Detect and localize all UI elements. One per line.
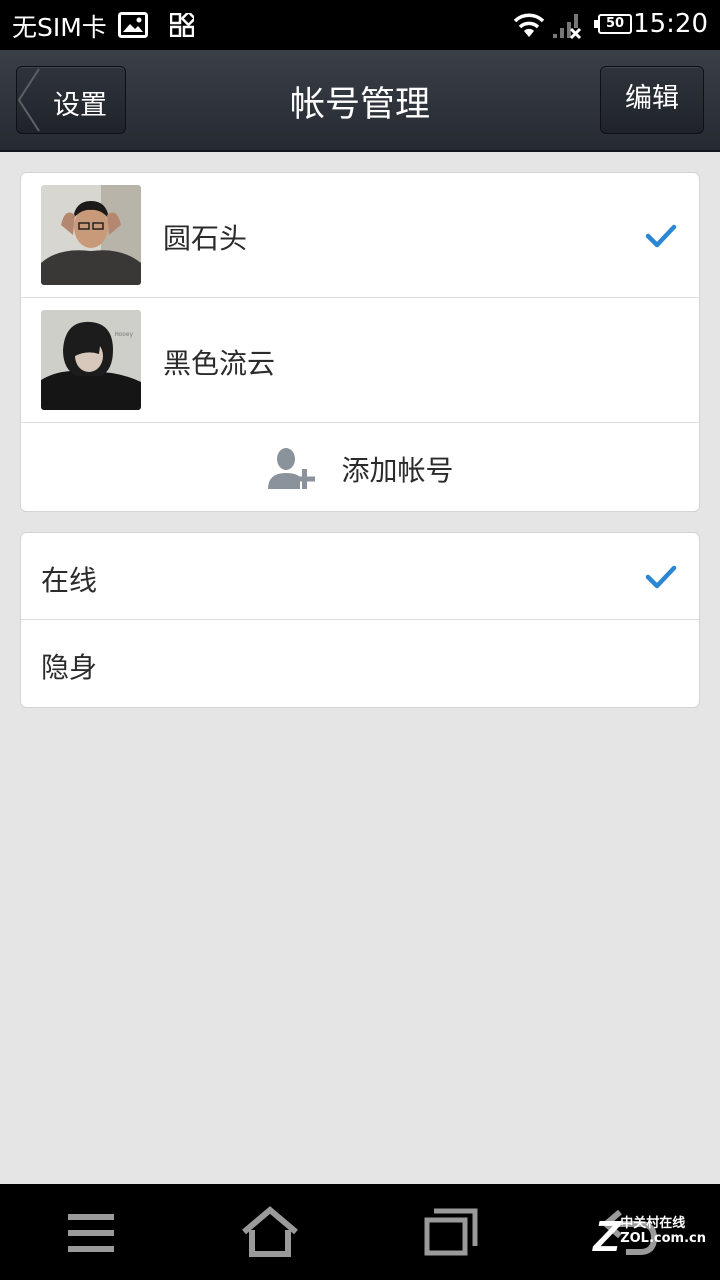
account-item[interactable]: 圆石头 xyxy=(21,173,699,298)
add-account-button[interactable]: 添加帐号 xyxy=(21,423,699,511)
add-user-icon xyxy=(268,448,316,489)
carrier-label: 无SIM卡 xyxy=(12,13,107,42)
watermark: 中关村在线 ZOL.com.cn xyxy=(620,1216,706,1246)
presence-list: 在线 隐身 xyxy=(20,532,700,708)
gallery-notification-icon xyxy=(118,12,148,38)
avatar: Hooey xyxy=(41,310,141,410)
menu-icon[interactable] xyxy=(68,1214,114,1254)
clock: 15:20 xyxy=(633,9,708,39)
recent-apps-icon[interactable] xyxy=(424,1208,478,1256)
back-button-label: 设置 xyxy=(53,90,107,121)
battery-icon: 50 xyxy=(594,14,632,34)
checkmark-icon xyxy=(645,565,677,589)
watermark-line1: 中关村在线 xyxy=(620,1216,686,1231)
status-option-invisible[interactable]: 隐身 xyxy=(21,620,699,707)
page-title: 帐号管理 xyxy=(289,85,430,125)
title-bar: 设置 帐号管理 编辑 xyxy=(0,50,720,152)
watermark-line2: ZOL.com.cn xyxy=(620,1231,706,1246)
account-name: 圆石头 xyxy=(163,222,248,255)
checkmark-icon xyxy=(645,224,677,248)
home-icon[interactable] xyxy=(240,1206,300,1258)
avatar xyxy=(41,185,141,285)
accounts-list: 圆石头 Hooey 黑色流云 添加帐号 xyxy=(20,172,700,512)
account-name: 黑色流云 xyxy=(163,347,276,380)
status-bar: 无SIM卡 50 15:20 xyxy=(0,0,720,50)
wifi-icon xyxy=(513,13,545,37)
signal-no-sim-icon xyxy=(553,14,582,40)
status-label: 隐身 xyxy=(41,651,98,684)
apps-notification-icon xyxy=(170,13,194,37)
edit-button[interactable]: 编辑 xyxy=(600,66,704,134)
add-account-content: 添加帐号 xyxy=(21,447,699,491)
watermark-logo: Z xyxy=(593,1212,620,1261)
add-account-label: 添加帐号 xyxy=(341,454,454,487)
back-button[interactable]: 设置 xyxy=(16,66,126,134)
status-label: 在线 xyxy=(41,564,98,597)
navigation-bar: Z 中关村在线 ZOL.com.cn xyxy=(0,1184,720,1280)
status-option-online[interactable]: 在线 xyxy=(21,533,699,620)
back-arrow-icon xyxy=(17,68,40,132)
svg-text:Hooey: Hooey xyxy=(115,331,133,338)
account-item[interactable]: Hooey 黑色流云 xyxy=(21,298,699,423)
